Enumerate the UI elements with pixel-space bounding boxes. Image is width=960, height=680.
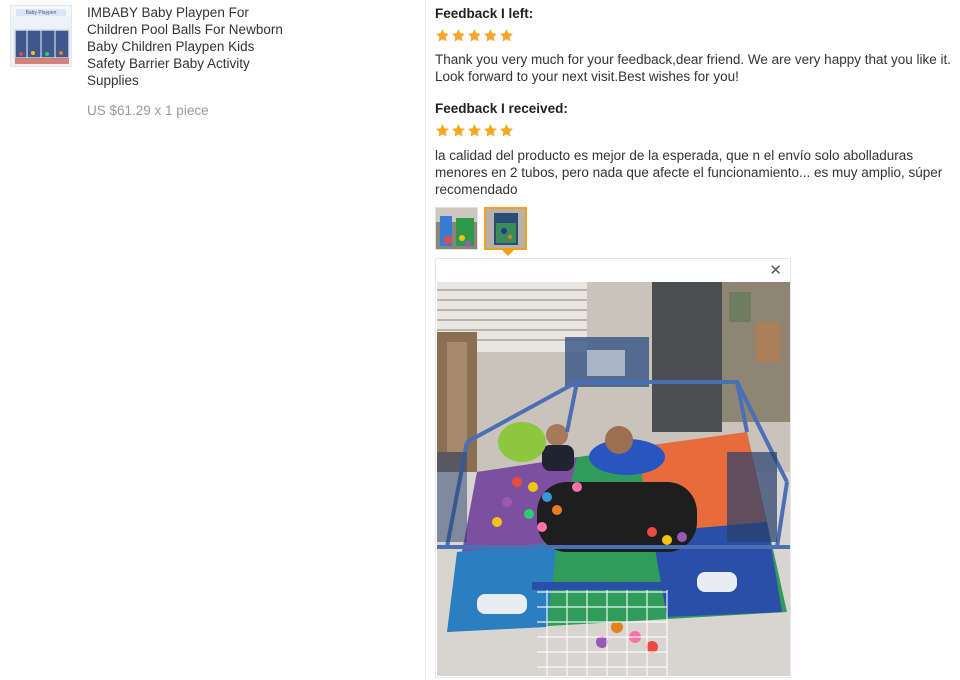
feedback-received-text: la calidad del producto es mejor de la e…: [435, 148, 943, 197]
review-photo-2-image: [486, 209, 525, 248]
close-icon[interactable]: ✕: [769, 263, 782, 279]
feedback-left-text: Thank you very much for your feedback,de…: [435, 52, 952, 84]
column-divider: [425, 0, 426, 680]
product-price: US $61.29 x 1 piece: [87, 103, 209, 118]
review-photo-thumbnail-1[interactable]: [435, 207, 478, 250]
product-title[interactable]: IMBABY Baby Playpen For Children Pool Ba…: [87, 4, 287, 89]
feedback-received-stars: [435, 123, 514, 138]
star-icon: [500, 124, 513, 137]
review-photo-thumbnail-2[interactable]: [484, 207, 527, 250]
product-thumbnail[interactable]: Baby Playpen: [10, 5, 72, 67]
star-icon: [436, 124, 449, 137]
star-icon: [484, 29, 497, 42]
selected-photo-pointer: [502, 250, 514, 256]
product-panel: Baby Playpen IMBABY Baby Playpen For Chi…: [0, 0, 425, 680]
photo-viewer: ✕: [435, 258, 791, 678]
star-icon: [500, 29, 513, 42]
star-icon: [468, 29, 481, 42]
star-icon: [468, 124, 481, 137]
star-icon: [452, 124, 465, 137]
star-icon: [484, 124, 497, 137]
feedback-left-stars: [435, 28, 514, 43]
playpen-review-photo: [437, 282, 790, 676]
review-photo-large[interactable]: [437, 282, 790, 676]
feedback-received-heading: Feedback I received:: [435, 101, 568, 116]
playpen-product-image-icon: [11, 16, 71, 66]
star-icon: [452, 29, 465, 42]
review-photo-1-image: [436, 208, 477, 249]
feedback-left-heading: Feedback I left:: [435, 6, 534, 21]
star-icon: [436, 29, 449, 42]
